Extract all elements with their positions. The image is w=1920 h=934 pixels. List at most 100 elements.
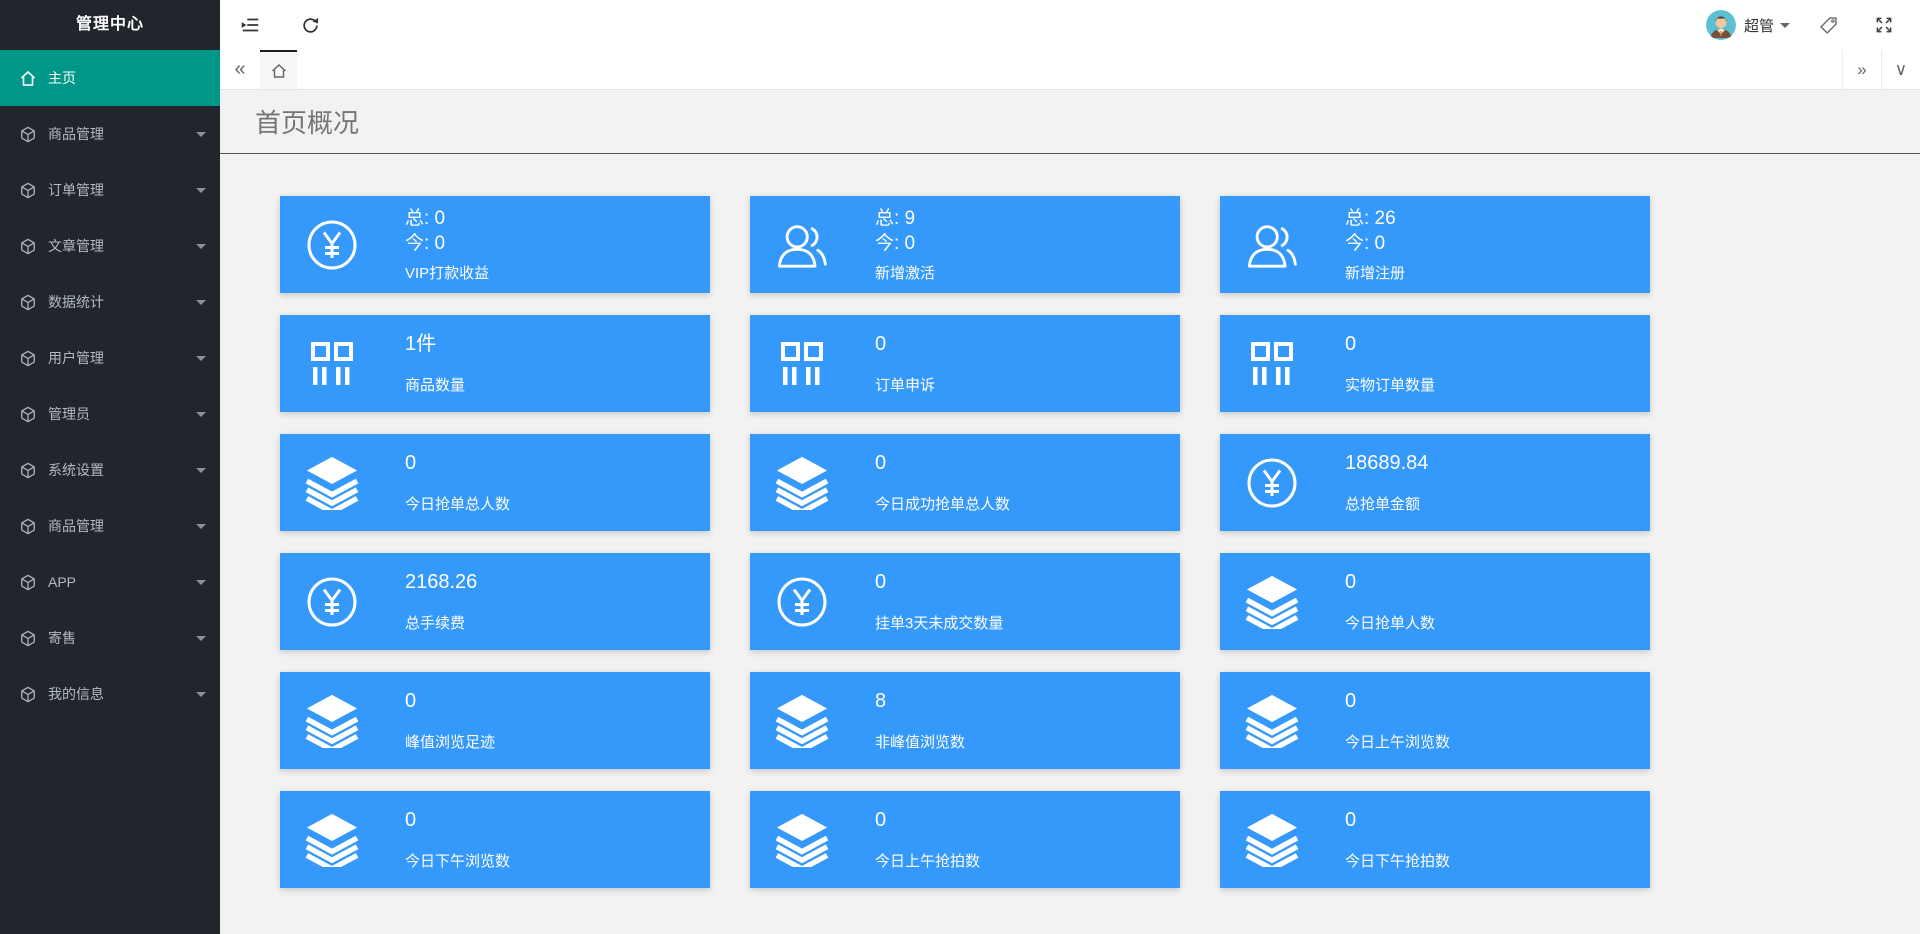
stat-value: 0 <box>1345 332 1357 355</box>
sidebar-item[interactable]: 商品管理 <box>0 106 220 162</box>
stat-card: 18689.84 总抢单金额 <box>1220 434 1650 531</box>
stat-label: 非峰值浏览数 <box>875 733 966 751</box>
stat-value: 1件 <box>405 332 437 355</box>
sidebar-item[interactable]: 管理员 <box>0 386 220 442</box>
sidebar-item[interactable]: 订单管理 <box>0 162 220 218</box>
chevron-down-icon <box>196 244 206 249</box>
stat-card: 0 实物订单数量 <box>1220 315 1650 412</box>
layers-icon <box>1242 812 1302 867</box>
stat-value: 0 <box>405 689 417 712</box>
stat-card: 2168.26 总手续费 <box>280 553 710 650</box>
stat-value: 0 <box>875 332 887 355</box>
cube-icon <box>20 294 36 311</box>
yen-circle-icon <box>1242 457 1302 509</box>
sidebar-item-label: 商品管理 <box>48 518 104 534</box>
app-title: 管理中心 <box>75 16 144 33</box>
goods-icon <box>1242 340 1302 388</box>
refresh-icon[interactable] <box>280 0 340 50</box>
stat-label: 商品数量 <box>405 376 466 394</box>
stat-card: 0 今日下午浏览数 <box>280 791 710 888</box>
chevron-down-icon <box>1780 22 1790 28</box>
stat-value: 总: 0 <box>405 208 446 229</box>
cube-icon <box>20 574 36 591</box>
home-icon <box>271 63 286 78</box>
stat-label: 挂单3天未成交数量 <box>875 614 1004 632</box>
page-title: 首页概况 <box>255 108 360 138</box>
sidebar-item-label: 文章管理 <box>48 238 104 254</box>
fullscreen-icon[interactable] <box>1856 0 1912 50</box>
layers-icon <box>772 455 832 510</box>
stat-label: 今日下午抢拍数 <box>1345 852 1451 870</box>
chevron-down-icon <box>196 412 206 417</box>
sidebar-item[interactable]: APP <box>0 554 220 610</box>
stat-value: 18689.84 <box>1345 451 1429 474</box>
users-icon <box>1242 220 1302 270</box>
sidebar-item-home[interactable]: 主页 <box>0 50 220 106</box>
sidebar-item-label: 寄售 <box>48 630 76 646</box>
cube-icon <box>20 182 36 199</box>
stat-card: 0 今日抢单总人数 <box>280 434 710 531</box>
stat-label: 今日抢单人数 <box>1345 614 1436 632</box>
sidebar-item[interactable]: 用户管理 <box>0 330 220 386</box>
sidebar-item[interactable]: 系统设置 <box>0 442 220 498</box>
stat-value: 0 <box>875 808 887 831</box>
stat-label: 今日下午浏览数 <box>405 852 511 870</box>
sidebar-item-label: 订单管理 <box>48 182 104 198</box>
stat-label: 新增注册 <box>1345 265 1406 282</box>
stat-card: 总: 26 今: 0 新增注册 <box>1220 196 1650 293</box>
chevron-down-icon <box>196 580 206 585</box>
stat-card: 0 今日上午浏览数 <box>1220 672 1650 769</box>
tab-scroll-right-icon[interactable]: » <box>1842 50 1881 89</box>
sidebar-item[interactable]: 商品管理 <box>0 498 220 554</box>
layers-icon <box>302 455 362 510</box>
tab-bar: « » ∨ <box>220 50 1920 90</box>
menu-collapse-icon[interactable] <box>220 0 280 50</box>
stat-card: 0 挂单3天未成交数量 <box>750 553 1180 650</box>
chevron-down-icon <box>196 356 206 361</box>
chevron-down-icon <box>196 636 206 641</box>
user-menu[interactable]: 超管 <box>1696 0 1800 50</box>
avatar <box>1705 10 1736 40</box>
tab-home[interactable] <box>260 50 297 89</box>
tag-icon[interactable] <box>1800 0 1856 50</box>
stat-value: 0 <box>1345 808 1357 831</box>
stat-value: 今: 0 <box>405 233 446 254</box>
stat-label: 今日成功抢单总人数 <box>875 495 1011 513</box>
chevron-down-icon <box>196 524 206 529</box>
cube-icon <box>20 462 36 479</box>
stat-value: 0 <box>405 808 417 831</box>
home-icon <box>20 70 36 87</box>
sidebar-item[interactable]: 寄售 <box>0 610 220 666</box>
stat-label: 实物订单数量 <box>1345 376 1436 394</box>
tab-collapse-icon[interactable]: ∨ <box>1881 50 1920 89</box>
sidebar-item[interactable]: 我的信息 <box>0 666 220 722</box>
goods-icon <box>302 340 362 388</box>
stat-label: 新增激活 <box>875 265 936 282</box>
users-icon <box>772 220 832 270</box>
sidebar: 管理中心 主页 商品管理 订单管理 文章管理 数据统计 用户管理 管理员 系统设置 商品管理 A… <box>0 0 220 934</box>
sidebar-menu: 商品管理 订单管理 文章管理 数据统计 用户管理 管理员 系统设置 商品管理 APP 寄售 我的信息 <box>0 106 220 722</box>
stat-card: 0 峰值浏览足迹 <box>280 672 710 769</box>
main-content: 首页概况 总: 0 今: 0 VIP打款收益 总: 9 今: 0 新增激活 总: 26 今: … <box>220 90 1920 934</box>
chevron-down-icon <box>196 468 206 473</box>
stat-value: 0 <box>875 570 887 593</box>
stat-cards-grid: 总: 0 今: 0 VIP打款收益 总: 9 今: 0 新增激活 总: 26 今: 0 新增注册… <box>280 196 1920 888</box>
stat-label: 订单申诉 <box>875 376 936 394</box>
cube-icon <box>20 350 36 367</box>
stat-card: 0 今日抢单人数 <box>1220 553 1650 650</box>
stat-label: 总抢单金额 <box>1345 495 1421 513</box>
sidebar-item[interactable]: 数据统计 <box>0 274 220 330</box>
stat-card: 总: 0 今: 0 VIP打款收益 <box>280 196 710 293</box>
sidebar-item-label: 我的信息 <box>48 686 104 702</box>
sidebar-item-label: 主页 <box>48 70 76 86</box>
yen-circle-icon <box>772 576 832 628</box>
tab-scroll-left-icon[interactable]: « <box>220 50 260 89</box>
sidebar-item[interactable]: 文章管理 <box>0 218 220 274</box>
chevron-down-icon <box>196 300 206 305</box>
goods-icon <box>772 340 832 388</box>
stat-label: VIP打款收益 <box>405 265 490 282</box>
stat-card: 总: 9 今: 0 新增激活 <box>750 196 1180 293</box>
sidebar-item-label: 商品管理 <box>48 126 104 142</box>
stat-label: 今日上午抢拍数 <box>875 852 981 870</box>
stat-value: 0 <box>875 451 887 474</box>
